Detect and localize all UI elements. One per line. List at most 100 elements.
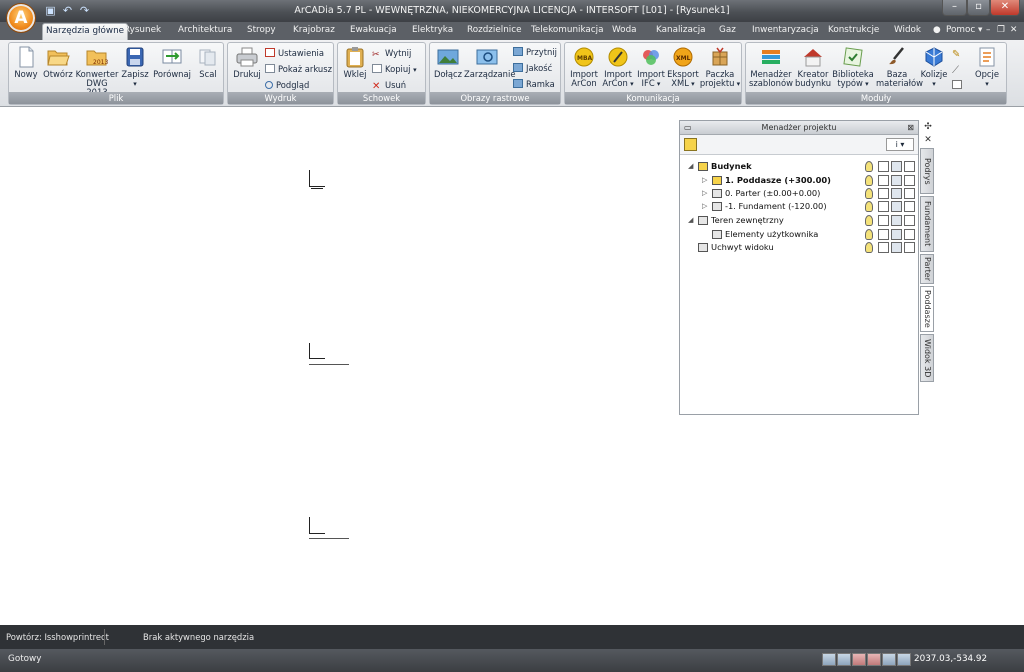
tree-row[interactable]: ▷ 1. Poddasze (+300.00) — [680, 174, 918, 187]
tab-kanalizacja[interactable]: Kanalizacja — [656, 25, 706, 35]
tab-podrys[interactable]: Podrys — [920, 148, 934, 194]
print-toggle-icon[interactable] — [891, 242, 902, 253]
osnap-icon[interactable] — [882, 653, 896, 666]
tab-rysunek[interactable]: Rysunek — [124, 25, 161, 35]
tab-gaz[interactable]: Gaz — [719, 25, 736, 35]
tab-woda[interactable]: Woda — [612, 25, 637, 35]
type-library-button[interactable]: Biblioteka typów ▾ — [832, 45, 874, 89]
add-level-icon[interactable] — [684, 138, 697, 151]
delete-button[interactable]: ✕ Usuń — [372, 80, 406, 92]
visibility-bulb-icon[interactable] — [865, 188, 873, 199]
chevron-down-icon[interactable]: ▾ — [978, 25, 982, 35]
lock-icon[interactable] — [878, 242, 889, 253]
tab-konstrukcje[interactable]: Konstrukcje — [828, 25, 879, 35]
materials-base-button[interactable]: Baza materiałów — [876, 45, 923, 88]
print-button[interactable]: Drukuj — [231, 45, 263, 79]
project-package-button[interactable]: Paczka projektu ▾ — [699, 45, 741, 89]
row-checkbox[interactable] — [904, 201, 915, 212]
merge-button[interactable]: Scal — [195, 45, 221, 79]
print-toggle-icon[interactable] — [891, 229, 902, 240]
row-checkbox[interactable] — [904, 229, 915, 240]
snap-icon[interactable] — [822, 653, 836, 666]
panel-close-icon[interactable]: ⊠ — [907, 121, 914, 134]
visibility-bulb-icon[interactable] — [865, 242, 873, 253]
tab-widok[interactable]: Widok — [894, 25, 921, 35]
tab-parter[interactable]: Parter — [920, 254, 934, 284]
lock-icon[interactable] — [878, 229, 889, 240]
lock-icon[interactable] — [878, 188, 889, 199]
quality-button[interactable]: Jakość — [513, 63, 552, 73]
lock-icon[interactable] — [878, 201, 889, 212]
mdi-close-icon[interactable]: ✕ — [1010, 25, 1017, 35]
import-arcon-button[interactable]: Import ArCon ▾ — [601, 45, 635, 89]
export-xml-button[interactable]: XML Eksport XML ▾ — [667, 45, 699, 89]
pin-icon[interactable]: ✣ — [921, 122, 935, 132]
tab-rozdzielnice[interactable]: Rozdzielnice — [467, 25, 522, 35]
tree-row[interactable]: Uchwyt widoku — [680, 241, 918, 254]
cut-button[interactable]: ✂ Wytnij — [372, 48, 411, 60]
application-menu-button[interactable]: A — [6, 3, 36, 33]
minimize-button[interactable]: – — [942, 0, 967, 16]
new-button[interactable]: Nowy — [13, 45, 39, 79]
collisions-button[interactable]: Kolizje ▾ — [918, 45, 950, 89]
print-toggle-icon[interactable] — [891, 188, 902, 199]
help-icon[interactable]: ● — [933, 25, 941, 35]
tree-row[interactable]: ◢ Teren zewnętrzny — [680, 214, 918, 227]
save-button[interactable]: Zapisz ▾ — [121, 45, 149, 89]
info-dropdown[interactable]: i ▾ — [886, 138, 914, 151]
tab-widok-3d[interactable]: Widok 3D — [920, 334, 934, 382]
close-button[interactable]: ✕ — [990, 0, 1020, 16]
tab-poddasze[interactable]: Poddasze — [920, 286, 934, 332]
print-toggle-icon[interactable] — [891, 161, 902, 172]
preview-button[interactable]: Podgląd — [265, 80, 309, 90]
maximize-button[interactable]: ▫ — [967, 0, 990, 16]
row-checkbox[interactable] — [904, 161, 915, 172]
expand-icon[interactable]: ▷ — [702, 187, 707, 200]
collapse-icon[interactable]: ◢ — [688, 160, 693, 173]
polar-icon[interactable] — [867, 653, 881, 666]
row-checkbox[interactable] — [904, 188, 915, 199]
lock-icon[interactable] — [878, 175, 889, 186]
visibility-bulb-icon[interactable] — [865, 175, 873, 186]
show-sheet-checkbox[interactable]: Pokaż arkusz — [265, 64, 332, 74]
collapse-icon[interactable]: ◢ — [688, 214, 693, 227]
paste-button[interactable]: Wklej — [341, 45, 369, 79]
options-button[interactable]: Opcje ▾ — [972, 45, 1002, 89]
pencil-tool-button[interactable]: ✎ — [952, 48, 965, 60]
lock-icon[interactable] — [878, 215, 889, 226]
line-tool-button[interactable]: ⟋ — [952, 64, 965, 76]
import-arcon-mba-button[interactable]: MBA Import ArCon — [567, 45, 601, 88]
tab-ewakuacja[interactable]: Ewakuacja — [350, 25, 397, 35]
crop-button[interactable]: Przytnij — [513, 47, 557, 57]
settings-button[interactable]: Ustawienia — [265, 48, 324, 58]
print-toggle-icon[interactable] — [891, 175, 902, 186]
grid-icon[interactable] — [837, 653, 851, 666]
converter-dwg-button[interactable]: 2013 Konwerter DWG 2013 — [75, 45, 119, 97]
compare-button[interactable]: Porównaj — [151, 45, 193, 79]
visibility-bulb-icon[interactable] — [865, 215, 873, 226]
row-checkbox[interactable] — [904, 215, 915, 226]
tab-stropy[interactable]: Stropy — [247, 25, 276, 35]
mdi-restore-icon[interactable]: ❐ — [997, 25, 1005, 35]
ortho-icon[interactable] — [852, 653, 866, 666]
tab-krajobraz[interactable]: Krajobraz — [293, 25, 335, 35]
tab-narzedzia-glowne[interactable]: Narzędzia główne — [42, 23, 129, 41]
print-toggle-icon[interactable] — [891, 201, 902, 212]
open-button[interactable]: Otwórz — [41, 45, 75, 79]
tree-row[interactable]: ◢ Budynek — [680, 160, 918, 173]
copy-button[interactable]: Kopiuj ▾ — [372, 64, 417, 75]
tracking-icon[interactable] — [897, 653, 911, 666]
row-checkbox[interactable] — [904, 175, 915, 186]
expand-icon[interactable]: ▷ — [702, 174, 707, 187]
visibility-bulb-icon[interactable] — [865, 161, 873, 172]
frame-button[interactable]: Ramka — [513, 79, 555, 89]
tab-elektryka[interactable]: Elektryka — [412, 25, 453, 35]
tab-telekomunikacja[interactable]: Telekomunikacja — [531, 25, 603, 35]
import-ifc-button[interactable]: Import IFC ▾ — [635, 45, 667, 89]
tree-row[interactable]: ▷ 0. Parter (±0.00+0.00) — [680, 187, 918, 200]
tree-row[interactable]: Elementy użytkownika — [680, 228, 918, 241]
mdi-minimize-icon[interactable]: – — [986, 25, 990, 35]
tab-architektura[interactable]: Architektura — [178, 25, 232, 35]
calculator-button[interactable] — [952, 80, 965, 90]
tree-row[interactable]: ▷ -1. Fundament (-120.00) — [680, 200, 918, 213]
